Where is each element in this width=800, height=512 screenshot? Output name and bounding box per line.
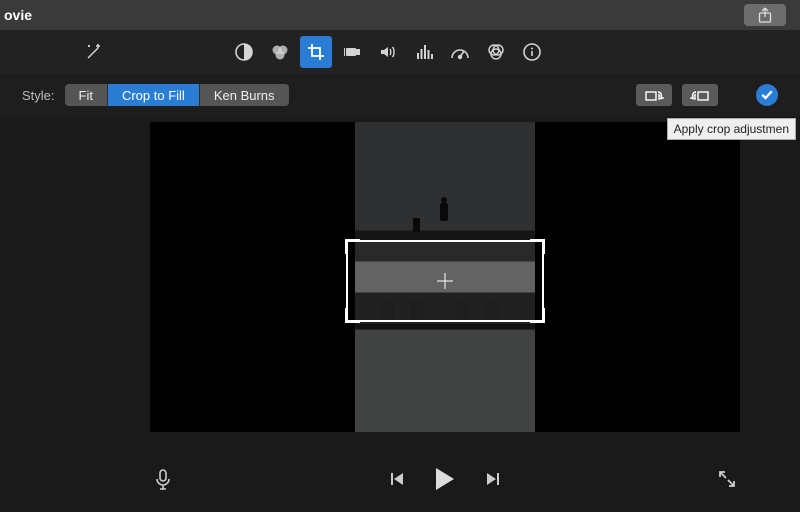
playback-bar [150, 460, 740, 498]
color-wheel-icon[interactable] [264, 36, 296, 68]
crop-handle-bl[interactable] [345, 308, 360, 323]
preview-viewer[interactable] [150, 122, 740, 432]
color-balance-icon[interactable] [228, 36, 260, 68]
style-option-ken-burns[interactable]: Ken Burns [199, 84, 289, 106]
speed-icon[interactable] [444, 36, 476, 68]
auto-enhance-wand-icon[interactable] [78, 36, 110, 68]
share-button[interactable] [744, 4, 786, 26]
style-segmented-control[interactable]: Fit Crop to Fill Ken Burns [65, 84, 289, 106]
previous-frame-button[interactable] [384, 466, 410, 492]
volume-icon[interactable] [372, 36, 404, 68]
rotate-ccw-button[interactable] [636, 84, 672, 106]
window-title: ovie [4, 7, 32, 23]
rotate-cw-button[interactable] [682, 84, 718, 106]
crop-handle-br[interactable] [530, 308, 545, 323]
style-option-fit[interactable]: Fit [65, 84, 107, 106]
next-frame-button[interactable] [480, 466, 506, 492]
style-option-crop-to-fill[interactable]: Crop to Fill [107, 84, 199, 106]
adjustments-toolbar [0, 30, 800, 74]
crop-icon[interactable] [300, 36, 332, 68]
color-filter-icon[interactable] [480, 36, 512, 68]
stabilize-icon[interactable] [336, 36, 368, 68]
microphone-button[interactable] [150, 466, 176, 492]
titlebar: ovie [0, 0, 800, 30]
style-label: Style: [22, 88, 55, 103]
crop-style-row: Style: Fit Crop to Fill Ken Burns Apply … [0, 74, 800, 116]
crop-rectangle[interactable] [346, 240, 544, 322]
info-icon[interactable] [516, 36, 548, 68]
play-button[interactable] [432, 466, 458, 492]
equalizer-icon[interactable] [408, 36, 440, 68]
apply-crop-button[interactable] [756, 84, 778, 106]
crop-center-crosshair [437, 273, 453, 289]
apply-crop-tooltip: Apply crop adjustmen [667, 118, 796, 140]
fullscreen-button[interactable] [714, 466, 740, 492]
crop-handle-tr[interactable] [530, 239, 545, 254]
crop-handle-tl[interactable] [345, 239, 360, 254]
